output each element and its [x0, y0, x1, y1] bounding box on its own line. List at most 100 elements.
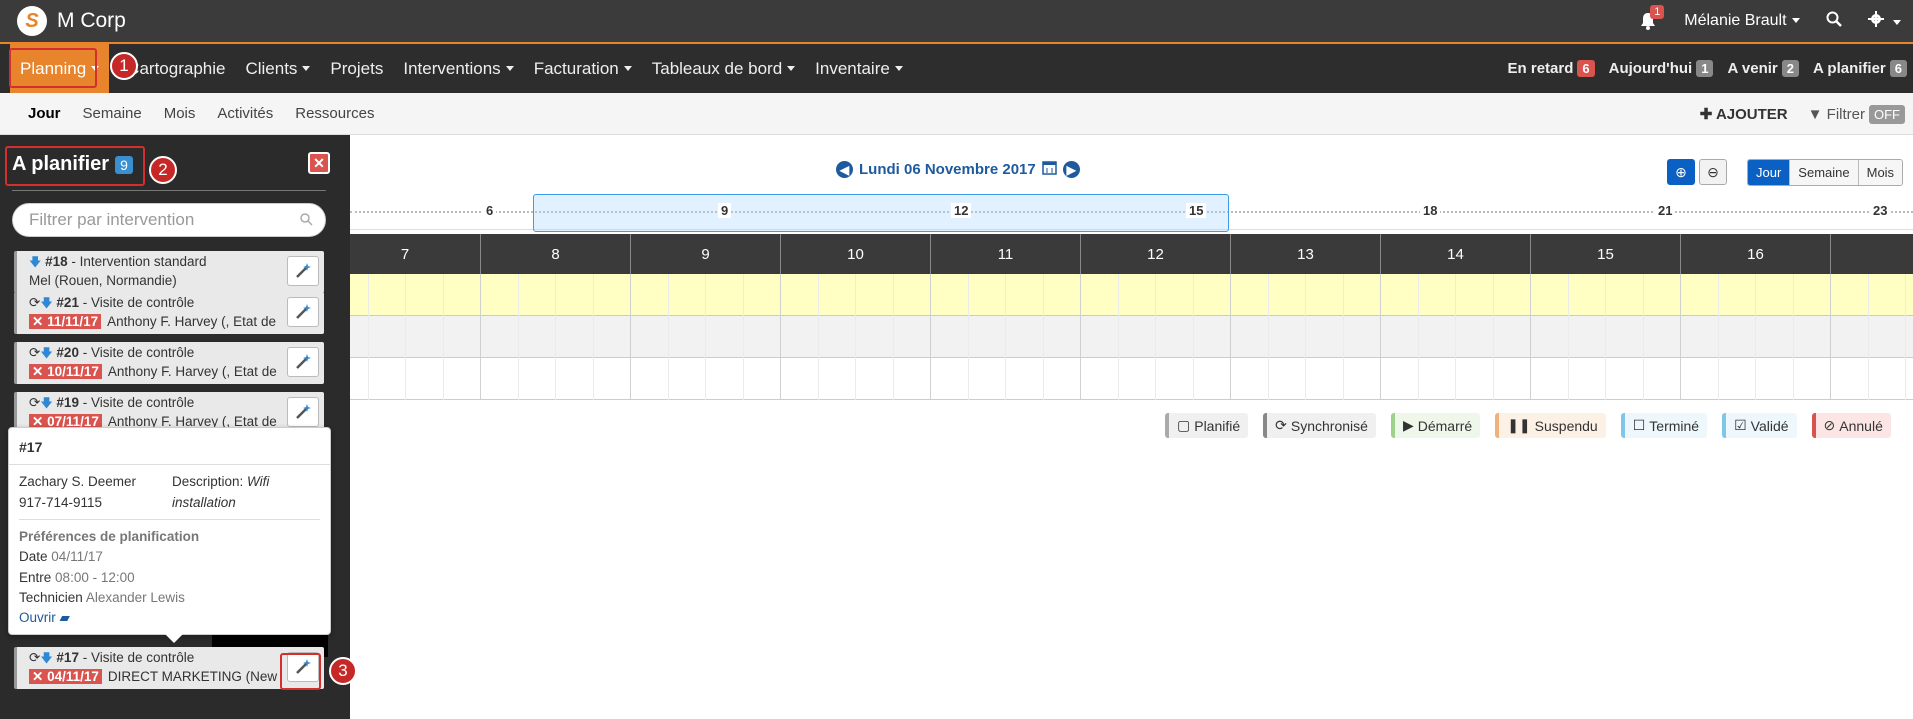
ruler-label: 23 [1870, 203, 1891, 218]
subtab-mois[interactable]: Mois [153, 105, 207, 122]
recurring-icon: ⟳ [29, 650, 41, 665]
intervention-card-hovered[interactable]: ⟳🡇 #17 - Visite de contrôle ✕ 04/11/17 DI… [14, 647, 324, 689]
annotation-marker-3: 3 [329, 657, 357, 685]
settings-gear-icon[interactable] [1867, 10, 1901, 32]
nav-interventions[interactable]: Interventions [393, 44, 523, 93]
grid-line [855, 274, 856, 400]
magic-wand-icon[interactable] [287, 347, 319, 377]
magic-wand-icon[interactable] [287, 297, 319, 327]
subtab-ressources[interactable]: Ressources [284, 105, 385, 122]
grid-line [667, 274, 669, 400]
intervention-popover: #17 Zachary S. Deemer 917-714-9115 Descr… [8, 427, 331, 643]
open-link[interactable]: Ouvrir ▰ [19, 610, 70, 626]
hour-label: 15 [1530, 234, 1680, 274]
view-mois-button[interactable]: Mois [1857, 160, 1903, 185]
grid-line [892, 274, 894, 400]
search-icon [300, 213, 313, 226]
magic-wand-icon[interactable] [287, 397, 319, 427]
resource-row[interactable] [330, 358, 1913, 400]
intervention-card[interactable]: 🡇 #18 - Intervention standard Mel (Rouen… [14, 251, 324, 293]
calendar-header: ◀ Lundi 06 Novembre 2017 ▶ ⊕ ⊖ Jour Sema… [350, 150, 1913, 190]
nav-clients[interactable]: Clients [235, 44, 320, 93]
grid-line [367, 274, 369, 400]
nav-projets[interactable]: Projets [320, 44, 393, 93]
grid-line [1042, 274, 1044, 400]
ruler-label: 18 [1420, 203, 1441, 218]
grid-line [555, 274, 556, 400]
hour-label: 10 [780, 234, 930, 274]
hour-label: 13 [1230, 234, 1380, 274]
close-icon[interactable]: ✕ [308, 152, 330, 174]
counter-en-retard[interactable]: En retard 6 [1508, 60, 1595, 77]
subtab-semaine[interactable]: Semaine [72, 105, 153, 122]
grid-line [967, 274, 969, 400]
sync-icon: ⟳ [1275, 417, 1287, 433]
brand-name: M Corp [57, 9, 126, 32]
notification-count: 1 [1650, 5, 1665, 19]
view-jour-button[interactable]: Jour [1748, 160, 1790, 185]
late-date-badge: ✕ 04/11/17 [29, 669, 102, 684]
time-ruler[interactable]: 6 9 12 15 18 21 23 [350, 194, 1913, 232]
hour-label-extra [1830, 234, 1913, 274]
grid-line [1605, 274, 1606, 400]
intervention-card[interactable]: ⟳🡇 #20 - Visite de contrôle ✕ 10/11/17 An… [14, 342, 324, 384]
prefs-title: Préférences de planification [19, 529, 200, 544]
checkbox-empty-icon: ☐ [1632, 417, 1646, 433]
hour-label: 9 [630, 234, 780, 274]
intervention-filter-input[interactable]: Filtrer par intervention [12, 203, 326, 237]
counter-a-planifier[interactable]: A planifier 6 [1813, 60, 1907, 77]
zoom-in-icon[interactable]: ⊕ [1667, 159, 1695, 185]
legend-suspendu: ❚❚ Suspendu [1495, 413, 1606, 438]
ruler-label: 9 [718, 203, 732, 218]
prev-day-arrow-icon[interactable]: ◀ [836, 161, 853, 178]
grid-line [1005, 274, 1006, 400]
arrow-down-icon: 🡇 [40, 396, 53, 410]
hour-label: 16 [1680, 234, 1830, 274]
ruler-label: 21 [1655, 203, 1676, 218]
ruler-selection[interactable] [533, 194, 1229, 232]
plus-icon: ✚ [1699, 106, 1713, 123]
grid-line [1117, 274, 1119, 400]
search-icon[interactable] [1826, 11, 1842, 32]
nav-inventaire[interactable]: Inventaire [805, 44, 913, 93]
user-menu[interactable]: Mélanie Brault [1684, 12, 1800, 30]
sub-nav: Jour Semaine Mois Activités Ressources ✚… [0, 93, 1913, 135]
subtab-jour[interactable]: Jour [17, 105, 72, 122]
user-name: Mélanie Brault [1684, 12, 1787, 29]
counter-a-venir[interactable]: A venir 2 [1727, 60, 1799, 77]
resource-row[interactable] [330, 316, 1913, 358]
grid-line [1305, 274, 1306, 400]
grid-line [1905, 274, 1906, 400]
date-title: Lundi 06 Novembre 2017 [859, 161, 1036, 178]
filter-button[interactable]: ▼ Filtrer OFF [1808, 104, 1905, 124]
resource-row-today[interactable] [330, 274, 1913, 316]
pause-icon: ❚❚ [1507, 417, 1531, 433]
grid-line [742, 274, 744, 400]
hour-label: 11 [930, 234, 1080, 274]
counter-aujourdhui[interactable]: Aujourd'hui 1 [1609, 60, 1714, 77]
magic-wand-icon[interactable] [287, 256, 319, 286]
zoom-out-icon[interactable]: ⊖ [1699, 159, 1727, 185]
grid-line [1792, 274, 1794, 400]
grid-line [1755, 274, 1756, 400]
arrow-down-icon: 🡇 [40, 651, 53, 665]
ruler-label: 15 [1186, 203, 1207, 218]
ruler-label: 12 [951, 203, 972, 218]
grid-line [405, 274, 406, 400]
intervention-card[interactable]: ⟳🡇 #21 - Visite de contrôle ✕ 11/11/17 An… [14, 292, 324, 334]
grid-line [780, 274, 781, 400]
nav-facturation[interactable]: Facturation [524, 44, 642, 93]
notifications-bell-icon[interactable]: 1 [1638, 5, 1665, 31]
filter-state: OFF [1869, 104, 1905, 124]
grid-line [817, 274, 819, 400]
view-semaine-button[interactable]: Semaine [1789, 160, 1858, 185]
arrow-down-icon: 🡇 [29, 255, 42, 269]
nav-tableaux-de-bord[interactable]: Tableaux de bord [642, 44, 805, 93]
calendar-picker-icon[interactable] [1041, 160, 1057, 179]
next-day-arrow-icon[interactable]: ▶ [1062, 161, 1080, 178]
subtab-activites[interactable]: Activités [206, 105, 284, 122]
grid-line [630, 274, 631, 400]
status-legend: ▢ Planifié ⟳ Synchronisé ▶ Démarré ❚❚ Suspen… [1165, 413, 1891, 438]
add-button[interactable]: ✚ AJOUTER [1700, 105, 1788, 123]
grid-line [480, 274, 481, 400]
